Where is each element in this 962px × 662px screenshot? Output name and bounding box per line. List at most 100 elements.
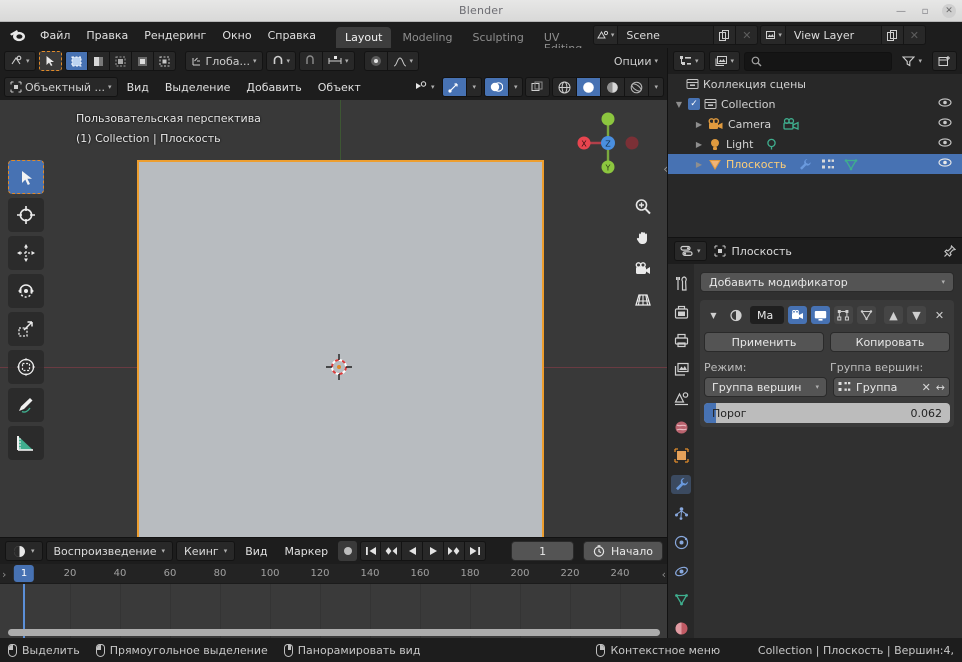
jump-start-button[interactable] — [360, 541, 381, 561]
pan-hand-icon[interactable] — [632, 227, 654, 249]
cursor-tool[interactable] — [8, 198, 44, 232]
vertex-group-invert-button[interactable]: ↔ — [936, 381, 945, 394]
properties-tab-material[interactable] — [671, 619, 691, 638]
play-button[interactable] — [423, 541, 444, 561]
camera-data-icon[interactable] — [783, 118, 800, 131]
timeline-body[interactable] — [0, 584, 668, 638]
shading-dropdown[interactable]: ▾ — [649, 77, 664, 97]
visibility-eye-icon[interactable] — [938, 137, 952, 148]
pin-icon[interactable] — [943, 245, 956, 258]
select-invert-icon[interactable] — [132, 51, 154, 71]
modifier-editmode-toggle[interactable] — [834, 306, 853, 324]
horizontal-area-divider-left[interactable] — [0, 537, 668, 538]
vertical-area-divider[interactable] — [667, 48, 668, 638]
tab-sculpting[interactable]: Sculpting — [464, 27, 533, 48]
timeline-ruler[interactable]: › ‹ 20 40 60 80 100 120 140 160 180 200 … — [0, 564, 668, 584]
properties-editor-icon[interactable]: ▾ — [674, 241, 707, 261]
properties-tab-output[interactable] — [671, 332, 691, 351]
select-box-icon[interactable] — [39, 51, 62, 71]
toggle-ortho-icon[interactable] — [632, 289, 654, 311]
collection-checkbox[interactable]: ✓ — [688, 98, 700, 110]
viewport-menu-add[interactable]: Добавить — [239, 78, 308, 97]
properties-tab-particles[interactable] — [671, 504, 691, 523]
expand-triangle-icon[interactable]: ▶ — [694, 160, 704, 169]
light-data-icon[interactable] — [765, 138, 778, 151]
editor-type-3dview-icon[interactable]: ▾ — [4, 51, 36, 71]
timeline-left-arrow[interactable]: › — [2, 568, 6, 581]
prev-keyframe-button[interactable] — [381, 541, 402, 561]
vertex-group-clear-button[interactable]: ✕ — [922, 381, 931, 394]
snap-increment-icon[interactable] — [299, 51, 323, 71]
mode-select[interactable]: Группа вершин ▾ — [704, 377, 827, 397]
transform-tool[interactable] — [8, 350, 44, 384]
horizontal-area-divider-right[interactable] — [668, 237, 962, 238]
new-collection-icon[interactable] — [932, 51, 957, 71]
expand-triangle-icon[interactable]: ▶ — [694, 140, 704, 149]
timeline-playhead-badge[interactable]: 1 — [14, 565, 34, 582]
gizmo-icon[interactable] — [442, 77, 467, 97]
outliner-row-camera[interactable]: ▶ Camera — [668, 114, 962, 134]
snap-magnet-icon[interactable]: ▾ — [266, 51, 297, 71]
properties-tab-physics[interactable] — [671, 533, 691, 552]
record-keyframe-icon[interactable] — [338, 541, 357, 561]
tab-layout[interactable]: Layout — [336, 27, 391, 48]
expand-triangle-icon[interactable]: ▼ — [674, 100, 684, 109]
gizmo-dropdown[interactable]: ▾ — [467, 77, 482, 97]
start-frame-field[interactable]: Начало — [583, 541, 663, 561]
visibility-eye-icon[interactable] — [938, 97, 952, 108]
mesh-data-icon[interactable] — [844, 158, 858, 171]
navigation-gizmo[interactable]: X Y Z — [570, 105, 646, 181]
shading-material-preview-icon[interactable] — [601, 77, 625, 97]
menu-help[interactable]: Справка — [260, 26, 324, 45]
vertex-group-field[interactable]: Группа ✕ ↔ — [833, 377, 950, 397]
object-mode-dropdown[interactable]: Объектный ... ▾ — [4, 77, 118, 97]
jump-end-button[interactable] — [465, 541, 486, 561]
timeline-menu-marker[interactable]: Маркер — [278, 542, 336, 561]
scene-new-button[interactable] — [714, 25, 736, 45]
viewport-options-dropdown[interactable]: Опции ▾ — [608, 51, 664, 71]
filter-id-icon[interactable]: ▾ — [709, 51, 741, 71]
falloff-curve-icon[interactable]: ▾ — [388, 51, 420, 71]
properties-tab-data[interactable] — [671, 590, 691, 609]
scene-unlink-button[interactable]: ✕ — [736, 25, 758, 45]
object-visibility-icon[interactable]: ▾ — [408, 77, 441, 97]
zoom-icon[interactable] — [632, 196, 654, 218]
overlays-icon[interactable] — [484, 77, 509, 97]
play-reverse-button[interactable] — [402, 541, 423, 561]
funnel-icon[interactable]: ▾ — [896, 51, 928, 71]
properties-tab-world[interactable] — [671, 418, 691, 437]
menu-window[interactable]: Окно — [214, 26, 259, 45]
properties-tab-tool[interactable] — [671, 274, 691, 293]
viewport-menu-object[interactable]: Объект — [311, 78, 368, 97]
timeline-right-arrow[interactable]: ‹ — [662, 568, 666, 581]
wrench-modifier-icon[interactable] — [798, 158, 812, 171]
select-set-icon[interactable] — [65, 51, 88, 71]
overlays-dropdown[interactable]: ▾ — [509, 77, 524, 97]
select-intersect-icon[interactable] — [154, 51, 176, 71]
modifier-apply-button[interactable]: Применить — [704, 332, 824, 352]
annotate-tool[interactable] — [8, 388, 44, 422]
current-frame-field[interactable]: 1 — [511, 541, 574, 561]
viewlayer-name-field[interactable]: View Layer — [786, 25, 882, 45]
properties-tab-scene[interactable] — [671, 389, 691, 408]
properties-tab-modifiers[interactable] — [671, 475, 691, 494]
visibility-eye-icon[interactable] — [938, 117, 952, 128]
maximize-button[interactable]: ▫ — [918, 4, 932, 18]
scene-name-field[interactable]: Scene — [618, 25, 714, 45]
add-modifier-dropdown[interactable]: Добавить модификатор ▾ — [700, 272, 954, 292]
menu-render[interactable]: Рендеринг — [136, 26, 214, 45]
timeline-editor-icon[interactable]: ▾ — [5, 541, 43, 561]
shading-rendered-icon[interactable] — [625, 77, 649, 97]
viewlayer-browse-icon[interactable]: ▾ — [760, 25, 786, 45]
menu-edit[interactable]: Правка — [78, 26, 136, 45]
modifier-copy-button[interactable]: Копировать — [830, 332, 950, 352]
modifier-name-field[interactable]: Ma — [750, 306, 784, 324]
visibility-eye-icon[interactable] — [938, 157, 952, 168]
outliner-row-light[interactable]: ▶ Light — [668, 134, 962, 154]
timeline-horizontal-scrollbar[interactable] — [8, 629, 660, 636]
modifier-move-down-button[interactable]: ▼ — [907, 306, 926, 324]
transform-orientation-dropdown[interactable]: Глоба... ▾ — [185, 51, 263, 71]
minimize-button[interactable]: — — [894, 4, 908, 18]
tweak-select-tool[interactable] — [8, 160, 44, 194]
vertex-group-icon[interactable] — [821, 158, 835, 171]
